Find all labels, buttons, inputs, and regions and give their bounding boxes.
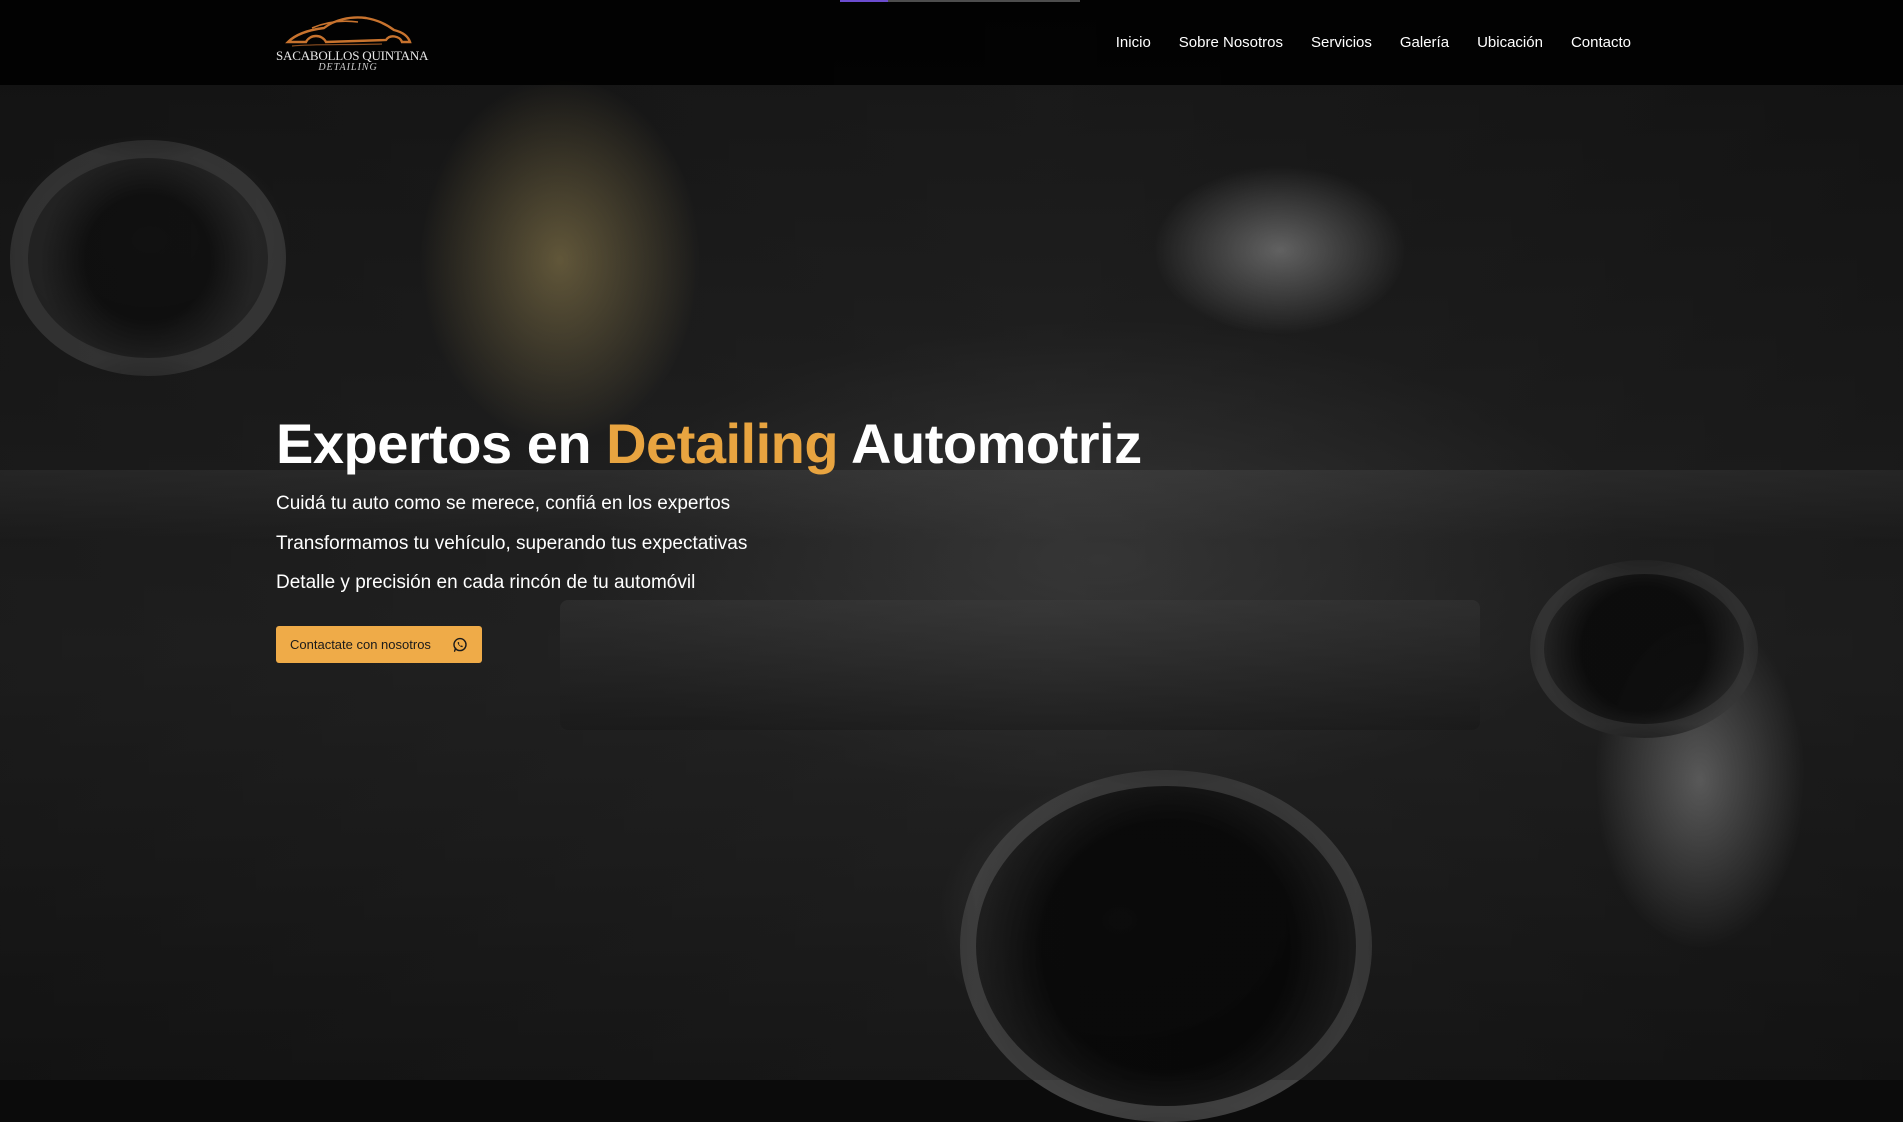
main-nav: Inicio Sobre Nosotros Servicios Galería … [1102, 30, 1631, 56]
contact-button-label: Contactate con nosotros [290, 637, 431, 652]
hero-title-accent: Detailing [606, 412, 839, 475]
brand-logo[interactable]: SACABOLLOS QUINTANA DETAILING [276, 12, 428, 74]
nav-item-contacto[interactable]: Contacto [1557, 30, 1631, 56]
nav-item-inicio[interactable]: Inicio [1102, 30, 1165, 56]
hero-title-end: Automotriz [838, 412, 1142, 475]
hero-tagline: Cuidá tu auto como se merece, confiá en … [276, 493, 731, 514]
brand-subtitle: DETAILING [318, 62, 378, 73]
hero-content: Expertos en Detailing Automotriz Cuidá t… [276, 410, 1176, 663]
hero-title-start: Expertos en [276, 412, 607, 475]
scroll-indicator-fill [840, 0, 888, 2]
scroll-indicator [840, 0, 1080, 2]
site-header: SACABOLLOS QUINTANA DETAILING Inicio Sob… [0, 0, 1903, 85]
contact-button[interactable]: Contactate con nosotros [276, 626, 482, 663]
car-silhouette-icon [285, 16, 412, 47]
nav-item-ubicacion[interactable]: Ubicación [1463, 30, 1557, 56]
nav-item-servicios[interactable]: Servicios [1297, 30, 1386, 56]
hero-tagline: Detalle y precisión en cada rincón de tu… [276, 572, 696, 593]
whatsapp-icon [453, 637, 467, 652]
hero-title: Expertos en Detailing Automotriz [276, 410, 1176, 478]
hero-tagline: Transformamos tu vehículo, superando tus… [276, 533, 748, 554]
nav-item-galeria[interactable]: Galería [1386, 30, 1463, 56]
nav-item-sobre-nosotros[interactable]: Sobre Nosotros [1165, 30, 1297, 56]
